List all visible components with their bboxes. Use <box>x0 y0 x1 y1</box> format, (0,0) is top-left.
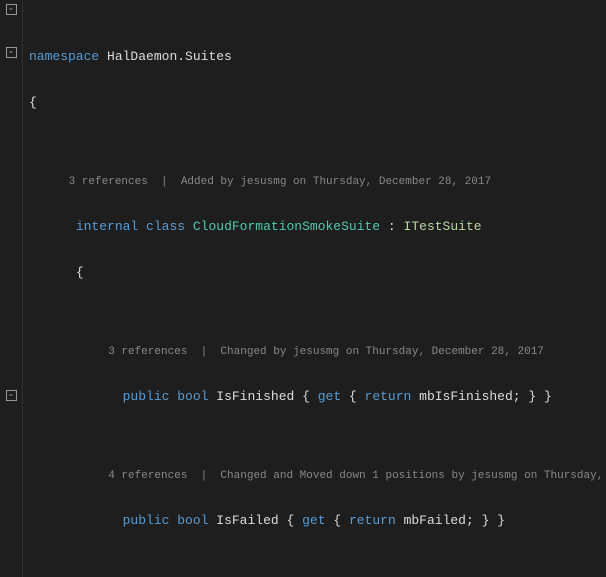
keyword-namespace: namespace <box>29 49 99 64</box>
codelens-class[interactable]: 3 references | Added by jesusmg on Thurs… <box>29 175 606 189</box>
fold-toggle-icon[interactable]: - <box>6 390 17 401</box>
codelens-isfinished[interactable]: 3 references | Changed by jesusmg on Thu… <box>29 345 606 359</box>
namespace-name: HalDaemon.Suites <box>107 49 232 64</box>
fold-toggle-icon[interactable]: - <box>6 4 17 15</box>
interface-name: ITestSuite <box>404 219 482 234</box>
codelens-isfailed[interactable]: 4 references | Changed and Moved down 1 … <box>29 469 606 483</box>
class-name: CloudFormationSmokeSuite <box>193 219 380 234</box>
code-editor[interactable]: - - - namespace HalDaemon.Suites { 3 ref… <box>0 0 606 577</box>
keyword-get: get <box>302 513 325 528</box>
field-ref: mbFailed <box>404 513 466 528</box>
keyword-return: return <box>365 389 412 404</box>
property-name: IsFinished <box>216 389 294 404</box>
code-area[interactable]: namespace HalDaemon.Suites { 3 reference… <box>23 0 606 577</box>
colon: : <box>388 219 396 234</box>
keyword-get: get <box>318 389 341 404</box>
fold-gutter: - - - <box>0 0 23 577</box>
keyword-public: public <box>123 513 170 528</box>
fold-toggle-icon[interactable]: - <box>6 47 17 58</box>
keyword-bool: bool <box>177 389 208 404</box>
field-ref: mbIsFinished <box>419 389 513 404</box>
keyword-return: return <box>349 513 396 528</box>
brace-open: { <box>76 265 84 280</box>
brace-open: { <box>29 95 37 110</box>
keyword-bool: bool <box>177 513 208 528</box>
property-name: IsFailed <box>216 513 278 528</box>
keyword-public: public <box>123 389 170 404</box>
keyword-class: class <box>146 219 185 234</box>
keyword-internal: internal <box>76 219 138 234</box>
